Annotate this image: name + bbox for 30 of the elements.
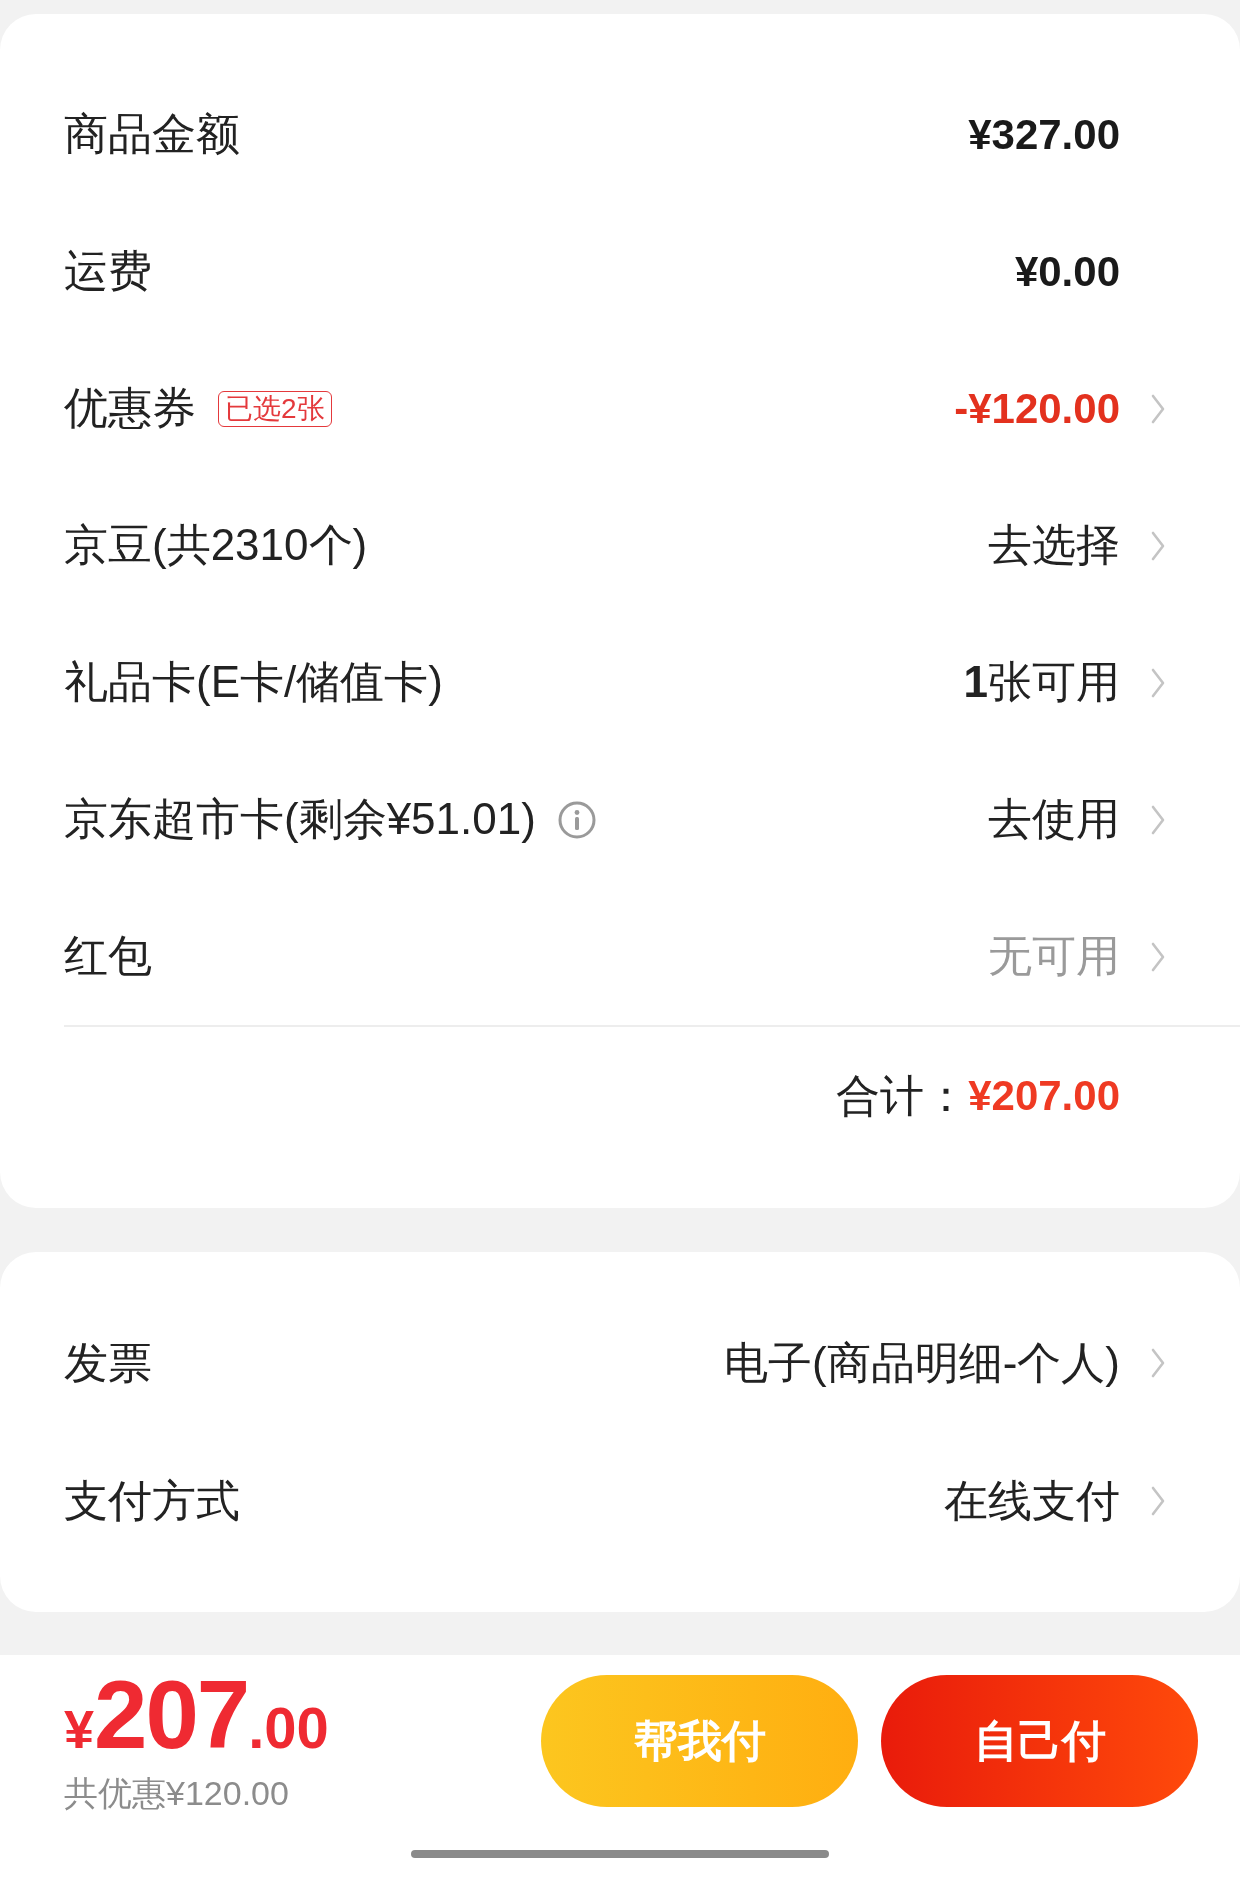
row-label: 红包 — [64, 930, 152, 982]
row-label: 运费 — [64, 245, 152, 297]
row-label: 礼品卡(E卡/储值卡) — [64, 656, 443, 708]
row-value: ¥0.00 — [1014, 247, 1120, 296]
chevron-icon[interactable] — [1150, 804, 1166, 835]
row-value[interactable]: -¥120.00 — [954, 384, 1120, 433]
row-value[interactable]: 在线支付 — [944, 1471, 1120, 1531]
row-label: 支付方式 — [64, 1474, 240, 1527]
row-label: 优惠券 — [64, 382, 196, 434]
chevron-icon[interactable] — [1150, 1348, 1166, 1378]
total-label: 合计： — [836, 1069, 969, 1122]
pay-button[interactable]: 自己付 — [881, 1675, 1198, 1807]
coupon-count-tag: 已选2张 — [218, 390, 332, 427]
chevron-icon[interactable] — [1150, 393, 1166, 424]
row-value[interactable]: 1张可用 — [963, 653, 1120, 712]
total-amount: ¥207.00 — [968, 1072, 1120, 1120]
row-label: 商品金额 — [64, 108, 240, 160]
chevron-icon[interactable] — [1150, 1486, 1166, 1516]
row-label: 京东超市卡(剩余¥51.01) — [64, 793, 536, 845]
savings-text: 共优惠¥120.00 — [64, 1773, 289, 1813]
chevron-icon[interactable] — [1150, 530, 1166, 561]
row-value: ¥327.00 — [968, 110, 1120, 159]
row-label: 京豆(共2310个) — [64, 519, 368, 571]
row-value[interactable]: 去选择 — [988, 516, 1120, 575]
row-label: 发票 — [64, 1336, 152, 1389]
row-value[interactable]: 电子(商品明细-个人) — [724, 1333, 1120, 1393]
chevron-icon[interactable] — [1150, 667, 1166, 698]
info-icon[interactable] — [557, 800, 596, 839]
total-price: ¥207.00 — [64, 1667, 329, 1770]
row-value[interactable]: 去使用 — [988, 790, 1120, 849]
